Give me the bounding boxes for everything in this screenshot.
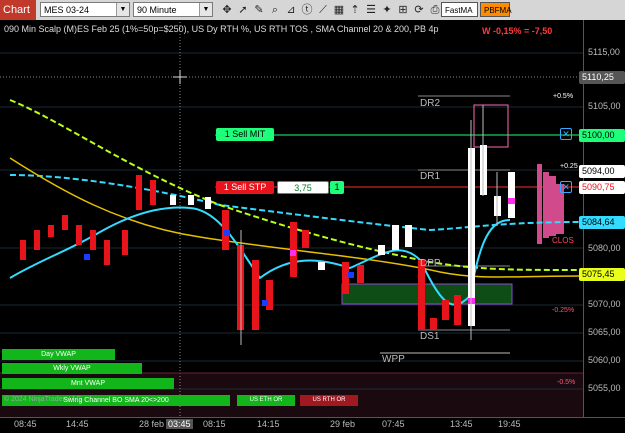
pct-top: +0.5%: [553, 93, 574, 100]
sell-mit-order[interactable]: 1 Sell MIT: [216, 128, 274, 141]
time-label: 08:45: [14, 419, 37, 429]
last-price-tag: 5094,00: [579, 165, 625, 178]
sell-mit-price-tag: 5100,00: [579, 129, 625, 142]
grid: [0, 52, 583, 390]
ds1-label: DS1: [420, 331, 440, 342]
time-label: 28 feb: [139, 419, 165, 429]
vwap-price-tag: 5084,64: [579, 216, 625, 229]
time-label: 14:45: [66, 419, 89, 429]
price-label: 5105,00: [588, 101, 621, 111]
trading-app: { "toolbar": { "tab": "Chart", "instrume…: [0, 0, 625, 433]
time-label: 14:15: [257, 419, 280, 429]
us-eth-or-legend[interactable]: US ETH OR: [237, 395, 295, 406]
sell-stp-price-tag: 5090,75: [579, 181, 625, 194]
copyright: © 2024 NinjaTrader, LLC: [4, 396, 82, 403]
time-label: 13:45: [450, 419, 473, 429]
volume-profile: [537, 164, 564, 244]
sell-stp-order[interactable]: 1 Sell STP: [216, 181, 274, 194]
clos-label: CLOS: [552, 236, 574, 245]
time-label: 07:45: [382, 419, 405, 429]
close-order-icon[interactable]: ✕: [560, 128, 572, 140]
us-rth-or-legend[interactable]: US RTH OR: [300, 395, 358, 406]
chart-title: 090 Min Scalp (M)ES Feb 25 (1%=50p=$250)…: [4, 24, 439, 34]
crosshair-time-tag: 03:45: [166, 419, 193, 429]
day-vwap-legend[interactable]: Day VWAP: [2, 349, 115, 360]
dr2-label: DR2: [420, 98, 441, 109]
price-label: 5055,00: [588, 383, 621, 393]
pct-low: -0.25%: [552, 307, 575, 314]
price-label: 5060,00: [588, 355, 621, 365]
price-label: 5065,00: [588, 327, 621, 337]
pnl-display: W -0,15% = -7,50: [482, 26, 553, 36]
dpp-label: DPP: [420, 258, 441, 269]
stp-qty-field[interactable]: 1: [330, 181, 344, 194]
dr1-label: DR1: [420, 171, 441, 182]
sma-price-tag: 5075,45: [579, 268, 625, 281]
close-order-icon[interactable]: ✕: [560, 181, 572, 193]
stp-price-field[interactable]: 3,75: [277, 181, 329, 194]
time-label: 08:15: [203, 419, 226, 429]
price-label: 5080,00: [588, 243, 621, 253]
pct-bottom: -0.5%: [557, 379, 576, 386]
wkly-vwap-legend[interactable]: Wkly VWAP: [2, 363, 142, 374]
pct-mid: +0.25: [560, 163, 578, 170]
or-box: [341, 283, 513, 305]
price-label: 5070,00: [588, 299, 621, 309]
wpp-label: WPP: [382, 354, 405, 365]
or-box-high: [473, 104, 509, 148]
time-label: 29 feb: [330, 419, 356, 429]
price-label: 5115,00: [588, 47, 620, 57]
mnt-vwap-legend[interactable]: Mnt VWAP: [2, 378, 174, 389]
time-label: 19:45: [498, 419, 521, 429]
crosshair-price-tag: 5110,25: [579, 71, 625, 84]
